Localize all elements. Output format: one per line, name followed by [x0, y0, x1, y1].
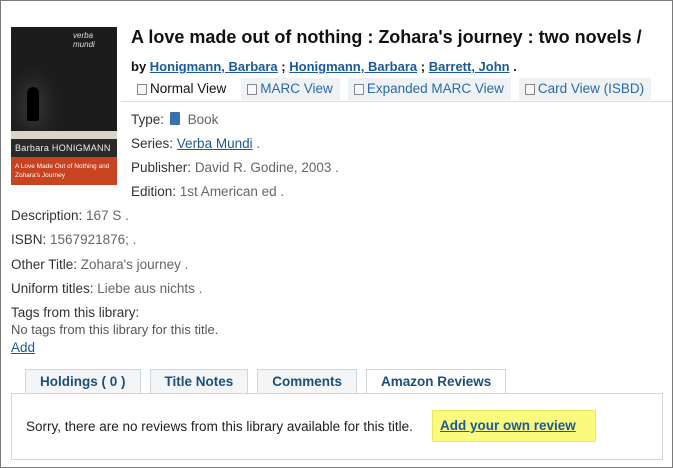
tab-label: Normal View	[150, 81, 227, 96]
field-series: Series: Verba Mundi .	[131, 136, 260, 151]
byline: by Honigmann, Barbara ; Honigmann, Barba…	[131, 59, 517, 74]
field-uniform-titles: Uniform titles: Liebe aus nichts .	[11, 281, 202, 296]
book-icon	[169, 112, 180, 125]
tags-empty-message: No tags from this library for this title…	[11, 322, 219, 337]
field-label: Type:	[131, 112, 165, 127]
field-other-title: Other Title: Zohara's journey .	[11, 257, 188, 272]
field-description: Description: 167 S .	[11, 208, 129, 223]
cover-band	[11, 131, 117, 139]
field-type: Type: Book	[131, 112, 218, 127]
tab-label: Expanded MARC View	[366, 81, 504, 96]
field-label: Series:	[131, 136, 174, 151]
field-label: Publisher:	[131, 160, 192, 175]
book-cover-image[interactable]: verba mundi Barbara HONIGMANN A Love Mad…	[11, 27, 117, 185]
document-icon	[247, 83, 258, 95]
field-label: Other Title:	[11, 257, 78, 272]
byline-prefix: by	[131, 59, 147, 74]
cover-figure	[27, 87, 39, 121]
field-publisher: Publisher: David R. Godine, 2003 .	[131, 160, 339, 175]
byline-end: .	[513, 59, 517, 74]
add-review-link[interactable]: Add your own review	[440, 418, 576, 433]
detail-tabs: Holdings ( 0 ) Title Notes Comments Amaz…	[25, 369, 507, 394]
byline-separator: ;	[420, 59, 426, 74]
field-label: Description:	[11, 208, 83, 223]
add-review-highlight: Add your own review	[432, 410, 596, 442]
cover-author: Barbara HONIGMANN	[11, 139, 117, 157]
field-suffix: .	[256, 136, 261, 151]
byline-separator: ;	[281, 59, 286, 74]
record-title: A love made out of nothing : Zohara's jo…	[131, 27, 642, 47]
field-value: 1567921876; .	[50, 232, 137, 247]
view-tabs: Normal View MARC View Expanded MARC View…	[131, 78, 652, 100]
cover-publisher-mark: verba mundi	[73, 31, 95, 49]
field-value: Book	[187, 112, 219, 127]
tab-normal-view[interactable]: Normal View	[131, 78, 234, 100]
card-icon	[524, 83, 535, 95]
tab-label: MARC View	[260, 81, 333, 96]
field-value: Zohara's journey .	[80, 257, 189, 272]
tab-label: Card View (ISBD)	[537, 81, 645, 96]
tab-comments[interactable]: Comments	[257, 369, 358, 393]
series-link[interactable]: Verba Mundi	[177, 136, 253, 151]
tab-marc-view[interactable]: MARC View	[241, 78, 340, 100]
field-value: 1st American ed .	[179, 184, 285, 199]
no-reviews-message: Sorry, there are no reviews from this li…	[26, 419, 413, 434]
document-icon	[353, 83, 364, 95]
tags-heading: Tags from this library:	[11, 305, 140, 320]
tab-title-notes[interactable]: Title Notes	[149, 369, 249, 393]
divider	[121, 101, 672, 102]
field-value: Liebe aus nichts .	[97, 281, 203, 296]
author-link-2[interactable]: Honigmann, Barbara	[289, 59, 417, 74]
document-icon	[137, 83, 147, 95]
field-label: ISBN:	[11, 232, 47, 247]
author-link-1[interactable]: Honigmann, Barbara	[150, 59, 278, 74]
cover-subtitle: A Love Made Out of Nothing and Zohara's …	[11, 157, 117, 185]
add-tag-link[interactable]: Add	[11, 340, 35, 355]
tab-card-view[interactable]: Card View (ISBD)	[518, 78, 652, 100]
field-value: 167 S .	[86, 208, 129, 223]
tab-holdings[interactable]: Holdings ( 0 )	[25, 369, 141, 393]
field-isbn: ISBN: 1567921876; .	[11, 232, 136, 247]
field-label: Uniform titles:	[11, 281, 94, 296]
field-label: Edition:	[131, 184, 177, 199]
tab-amazon-reviews[interactable]: Amazon Reviews	[366, 369, 507, 394]
field-value: David R. Godine, 2003 .	[194, 160, 339, 175]
field-edition: Edition: 1st American ed .	[131, 184, 284, 199]
tab-expanded-marc-view[interactable]: Expanded MARC View	[347, 78, 511, 100]
author-link-3[interactable]: Barrett, John	[429, 59, 510, 74]
